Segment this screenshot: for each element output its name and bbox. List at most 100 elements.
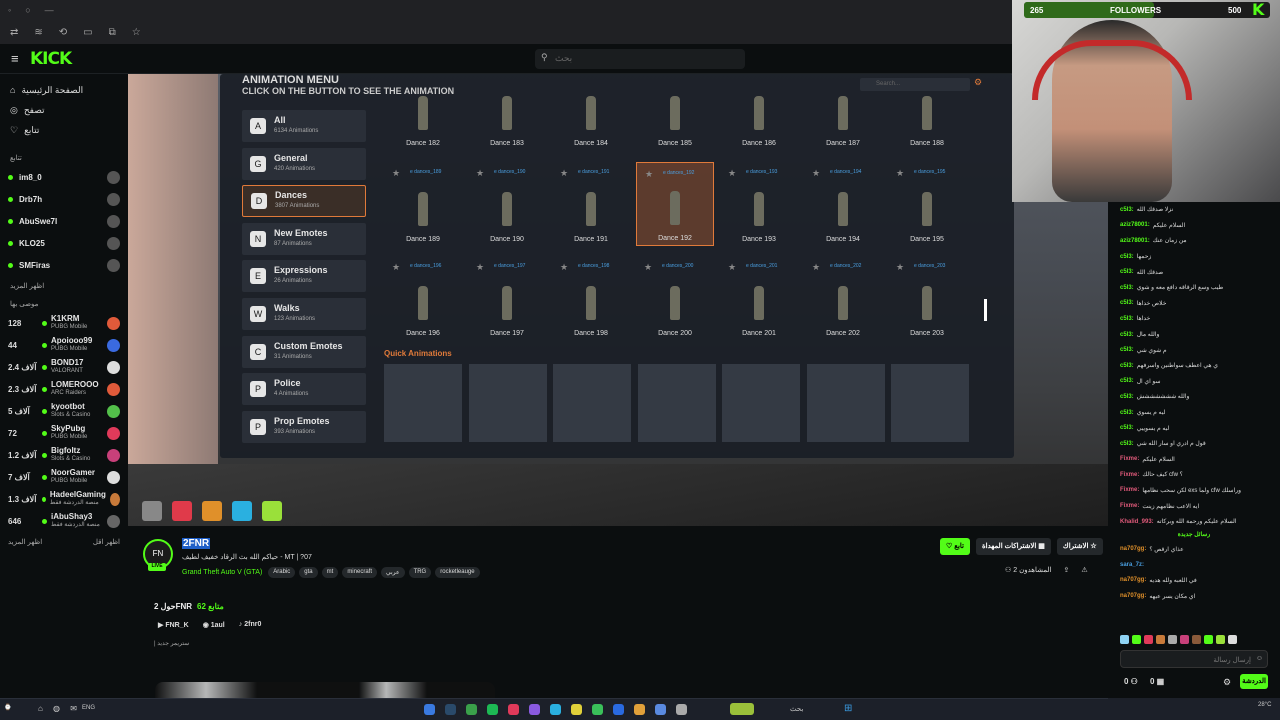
- favorite-star-icon[interactable]: ★: [476, 262, 484, 273]
- menu-icon[interactable]: ≡: [11, 51, 19, 66]
- animation-tile[interactable]: ★ e dances_201 Dance 201: [720, 256, 798, 340]
- emote-icon[interactable]: [1144, 634, 1153, 644]
- animation-tile[interactable]: ★ e dances_194 Dance 194: [804, 162, 882, 246]
- emote-icon[interactable]: [1204, 634, 1213, 644]
- show-more-link[interactable]: اظهر المزيد: [8, 538, 42, 546]
- app-icon[interactable]: [571, 704, 582, 715]
- recommended-channel[interactable]: 1.3 آلاف HadeelGaming منصة الدردشة فقط: [0, 488, 128, 510]
- emote-icon[interactable]: [1228, 634, 1237, 644]
- app-icon[interactable]: [445, 704, 456, 715]
- app-icon[interactable]: [529, 704, 540, 715]
- chat-send-button[interactable]: الدردشة: [1240, 674, 1268, 689]
- recommended-channel[interactable]: 646 iAbuShay3 منصة الدردشة فقط: [0, 510, 128, 532]
- animation-tile[interactable]: Dance 186: [720, 74, 798, 150]
- sidebar-item-following[interactable]: تتابع ♡: [0, 120, 128, 140]
- followed-channel[interactable]: SMFiras: [0, 254, 128, 276]
- tab-icon[interactable]: ◦: [8, 5, 11, 15]
- favorite-star-icon[interactable]: ★: [392, 168, 400, 179]
- category-button[interactable]: C Custom Emotes 31 Animations: [242, 335, 366, 368]
- tag-pill[interactable]: عربي: [381, 567, 405, 578]
- emote-icon[interactable]: [1180, 634, 1189, 644]
- widget-icon[interactable]: [730, 703, 754, 715]
- sidebar-item-browse[interactable]: تصفح ◎: [0, 100, 128, 120]
- favorite-star-icon[interactable]: ★: [644, 262, 652, 273]
- stream-video[interactable]: ANIMATION MENU CLICK ON THE BUTTON TO SE…: [128, 74, 1108, 526]
- animation-tile[interactable]: ★ e dances_203 Dance 203: [888, 256, 966, 340]
- app-icon[interactable]: [634, 704, 645, 715]
- sidebar-icon[interactable]: ▭: [83, 27, 92, 38]
- tabs-icon[interactable]: ⧉: [109, 27, 116, 38]
- animation-tile[interactable]: Dance 183: [468, 74, 546, 150]
- channel-name[interactable]: 2FNR: [182, 538, 211, 549]
- app-icon[interactable]: [550, 704, 561, 715]
- subscribe-button[interactable]: الاشتراك ☆: [1056, 538, 1103, 555]
- category-button[interactable]: N New Emotes 87 Animations: [242, 222, 366, 255]
- animation-tile[interactable]: ★ e dances_198 Dance 198: [552, 256, 630, 340]
- recommended-channel[interactable]: 2.4 آلاف BOND17 VALORANT: [0, 356, 128, 378]
- category-button[interactable]: A All 6134 Animations: [242, 110, 366, 142]
- category-button[interactable]: G General 420 Animations: [242, 147, 366, 180]
- favorite-star-icon[interactable]: ★: [812, 262, 820, 273]
- animation-tile[interactable]: ★ e dances_196 Dance 196: [384, 256, 462, 340]
- animation-tile[interactable]: ★ e dances_195 Dance 195: [888, 162, 966, 246]
- emote-icon[interactable]: [1168, 634, 1177, 644]
- app-icon[interactable]: [466, 704, 477, 715]
- show-more-link[interactable]: اظهر المزيد: [0, 276, 128, 294]
- recommended-channel[interactable]: 44 Apoiooo99 PUBG Mobile: [0, 334, 128, 356]
- recommended-channel[interactable]: 1.2 آلاف Bigfoltz Slots & Casino: [0, 444, 128, 466]
- search-input[interactable]: ⚲ بحث: [535, 49, 745, 69]
- category-button[interactable]: W Walks 123 Animations: [242, 298, 366, 330]
- animation-tile[interactable]: Dance 188: [888, 74, 966, 150]
- language-indicator[interactable]: ENG: [82, 705, 95, 711]
- forward-icon[interactable]: ≋: [34, 27, 42, 38]
- animation-tile[interactable]: ★ e dances_192 Dance 192: [636, 162, 714, 246]
- quick-animation-slot[interactable]: [553, 364, 631, 442]
- quick-animation-slot[interactable]: [637, 364, 716, 442]
- animation-tile[interactable]: ★ e dances_193 Dance 193: [720, 162, 798, 246]
- tab-icon[interactable]: —: [45, 5, 54, 15]
- windows-start-icon[interactable]: ⊞: [844, 703, 852, 714]
- app-icon[interactable]: [508, 704, 519, 715]
- tag-pill[interactable]: minecraft: [342, 567, 377, 578]
- category-button[interactable]: P Prop Emotes 393 Animations: [242, 410, 366, 443]
- favorite-star-icon[interactable]: ★: [392, 262, 400, 273]
- tag-pill[interactable]: TRG: [408, 567, 432, 578]
- recommended-channel[interactable]: 128 K1KRM PUBG Mobile: [0, 312, 128, 334]
- show-less-link[interactable]: اظهر اقل: [93, 538, 120, 546]
- animation-tile[interactable]: ★ e dances_191 Dance 191: [552, 162, 630, 246]
- sidebar-item-home[interactable]: الصفحة الرئيسية ⌂: [0, 80, 128, 100]
- animation-tile[interactable]: ★ e dances_190 Dance 190: [468, 162, 546, 246]
- category-button[interactable]: E Expressions 26 Animations: [242, 260, 366, 293]
- emote-icon[interactable]: [1192, 634, 1201, 644]
- emote-icon[interactable]: [1156, 634, 1165, 644]
- social-link-tiktok[interactable]: ♪ 2fnr0: [239, 621, 262, 629]
- favorite-star-icon[interactable]: ★: [896, 168, 904, 179]
- gift-subs-button[interactable]: الاشتراكات المهداة ▦: [976, 538, 1051, 555]
- follow-button[interactable]: ♡ تابع: [940, 538, 970, 555]
- favorite-star-icon[interactable]: ★: [560, 262, 568, 273]
- followed-channel[interactable]: im8_0: [0, 166, 128, 188]
- favorite-star-icon[interactable]: ★: [476, 168, 484, 179]
- quick-animation-slot[interactable]: [722, 364, 800, 442]
- followed-channel[interactable]: Drb7h: [0, 188, 128, 210]
- tray-icons[interactable]: ⌂ ◍ ✉: [38, 704, 81, 713]
- settings-icon[interactable]: ⚙: [974, 77, 982, 88]
- app-icon[interactable]: [592, 704, 603, 715]
- favorite-star-icon[interactable]: ★: [645, 169, 653, 180]
- recommended-channel[interactable]: 72 SkyPubg PUBG Mobile: [0, 422, 128, 444]
- tag-pill[interactable]: Arabic: [268, 567, 296, 578]
- tag-pill[interactable]: mt: [321, 567, 339, 578]
- animation-tile[interactable]: ★ e dances_197 Dance 197: [468, 256, 546, 340]
- animation-tile[interactable]: Dance 187: [804, 74, 882, 150]
- emote-icon[interactable]: [1132, 634, 1141, 644]
- recommended-channel[interactable]: 2.3 آلاف LOMEROOO ARC Raiders: [0, 378, 128, 400]
- tag-pill[interactable]: gta: [299, 567, 318, 578]
- app-icon[interactable]: [424, 704, 435, 715]
- quick-animation-slot[interactable]: [468, 364, 547, 442]
- category-button[interactable]: P Police 4 Animations: [242, 373, 366, 406]
- app-icon[interactable]: [655, 704, 666, 715]
- quick-animation-slot[interactable]: [806, 364, 885, 442]
- favorite-star-icon[interactable]: ★: [812, 168, 820, 179]
- favorite-star-icon[interactable]: ★: [728, 168, 736, 179]
- social-link-discord[interactable]: ◉ 1aul: [203, 621, 225, 629]
